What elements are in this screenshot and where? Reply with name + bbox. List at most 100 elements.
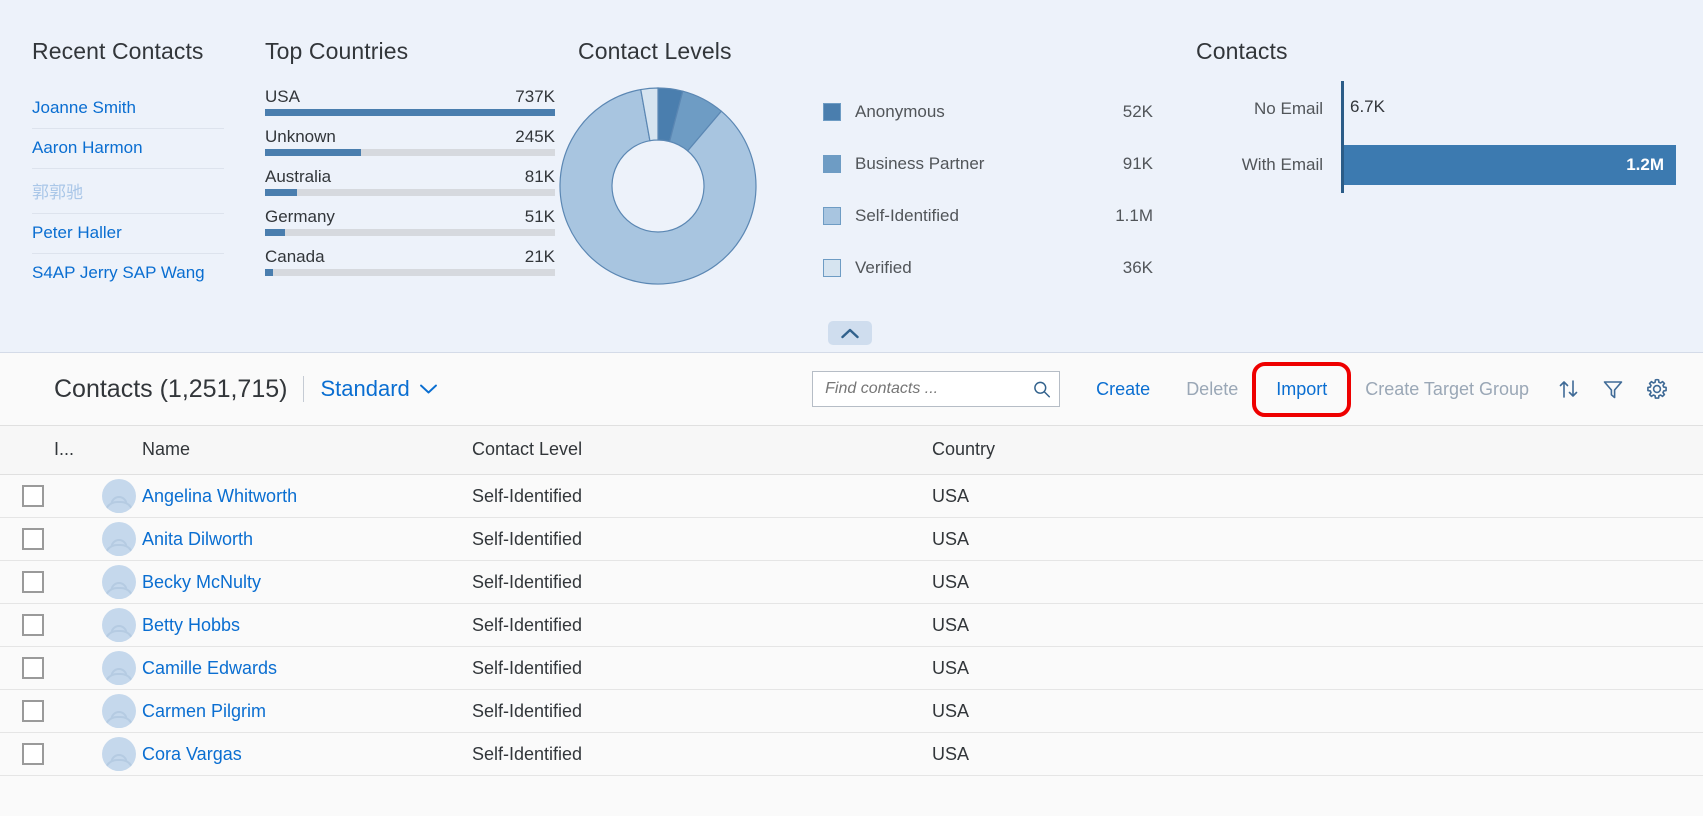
contact-name-link[interactable]: Camille Edwards (142, 658, 277, 678)
row-initial-cell (54, 690, 102, 733)
row-select-cell[interactable] (0, 475, 54, 518)
column-header-avatar (102, 426, 142, 475)
row-contact-level-cell: Self-Identified (472, 733, 932, 776)
country-bar-fill (265, 109, 555, 116)
country-bar-track (265, 269, 555, 276)
row-name-cell[interactable]: Cora Vargas (142, 733, 472, 776)
table-row[interactable]: Cora VargasSelf-IdentifiedUSA (0, 733, 1703, 776)
row-select-cell[interactable] (0, 518, 54, 561)
row-avatar-cell (102, 647, 142, 690)
contact-name-link[interactable]: Cora Vargas (142, 744, 242, 764)
email-bar-area: 6.7K (1341, 81, 1676, 137)
contact-name-link[interactable]: Anita Dilworth (142, 529, 253, 549)
row-select-cell[interactable] (0, 690, 54, 733)
contact-name-link[interactable]: Becky McNulty (142, 572, 261, 592)
country-value: 737K (515, 87, 555, 107)
search-field[interactable] (812, 371, 1060, 407)
row-checkbox[interactable] (22, 743, 44, 765)
row-initial-cell (54, 475, 102, 518)
avatar (102, 651, 136, 685)
recent-contact-item[interactable]: 郭郭驰 (32, 169, 224, 214)
email-bar-row[interactable]: No Email6.7K (1196, 81, 1676, 137)
table-row[interactable]: Camille EdwardsSelf-IdentifiedUSA (0, 647, 1703, 690)
recent-contact-item[interactable]: Aaron Harmon (32, 129, 224, 169)
row-avatar-cell (102, 604, 142, 647)
table-row[interactable]: Becky McNultySelf-IdentifiedUSA (0, 561, 1703, 604)
column-header-name[interactable]: Name (142, 426, 472, 475)
row-avatar-cell (102, 475, 142, 518)
recent-contact-item[interactable]: S4AP Jerry SAP Wang (32, 254, 224, 293)
filter-button[interactable] (1591, 369, 1635, 409)
row-checkbox[interactable] (22, 571, 44, 593)
country-bar-head: Germany51K (265, 207, 555, 229)
row-checkbox[interactable] (22, 614, 44, 636)
country-bar-row[interactable]: Australia81K (265, 167, 555, 196)
row-select-cell[interactable] (0, 647, 54, 690)
row-name-cell[interactable]: Camille Edwards (142, 647, 472, 690)
legend-label: Verified (855, 258, 1079, 278)
recent-contact-item[interactable]: Joanne Smith (32, 89, 224, 129)
contact-name-link[interactable]: Angelina Whitworth (142, 486, 297, 506)
settings-button[interactable] (1635, 369, 1679, 409)
sort-button[interactable] (1547, 369, 1591, 409)
variant-selector[interactable]: Standard (320, 376, 437, 402)
contacts-table-section: Contacts (1,251,715) Standard Create Del… (0, 353, 1703, 816)
country-bar-head: USA737K (265, 87, 555, 109)
row-country-cell: USA (932, 518, 1703, 561)
legend-row[interactable]: Business Partner91K (823, 138, 1153, 190)
import-button[interactable]: Import (1256, 366, 1347, 413)
create-button[interactable]: Create (1078, 371, 1168, 408)
legend-row[interactable]: Verified36K (823, 242, 1153, 294)
row-name-cell[interactable]: Carmen Pilgrim (142, 690, 472, 733)
contact-name-link[interactable]: Carmen Pilgrim (142, 701, 266, 721)
row-select-cell[interactable] (0, 604, 54, 647)
column-header-initial[interactable]: I... (54, 426, 102, 475)
country-bar-row[interactable]: USA737K (265, 87, 555, 116)
country-bar-row[interactable]: Germany51K (265, 207, 555, 236)
row-checkbox[interactable] (22, 657, 44, 679)
contact-levels-donut[interactable] (558, 86, 758, 291)
country-bar-row[interactable]: Unknown245K (265, 127, 555, 156)
table-row[interactable]: Carmen PilgrimSelf-IdentifiedUSA (0, 690, 1703, 733)
row-checkbox[interactable] (22, 700, 44, 722)
row-name-cell[interactable]: Anita Dilworth (142, 518, 472, 561)
table-row[interactable]: Angelina WhitworthSelf-IdentifiedUSA (0, 475, 1703, 518)
country-bar-fill (265, 189, 297, 196)
legend-swatch (823, 207, 841, 225)
country-name: Canada (265, 247, 325, 267)
country-bar-row[interactable]: Canada21K (265, 247, 555, 276)
recent-contacts-card: Recent Contacts Joanne SmithAaron Harmon… (32, 38, 232, 293)
legend-row[interactable]: Self-Identified1.1M (823, 190, 1153, 242)
row-name-cell[interactable]: Becky McNulty (142, 561, 472, 604)
row-checkbox[interactable] (22, 485, 44, 507)
table-row[interactable]: Anita Dilworth Self-IdentifiedUSA (0, 518, 1703, 561)
row-name-cell[interactable]: Angelina Whitworth (142, 475, 472, 518)
search-icon[interactable] (1033, 379, 1051, 400)
toolbar-divider (303, 376, 304, 402)
email-bar-row[interactable]: With Email1.2M (1196, 137, 1676, 193)
legend-swatch (823, 155, 841, 173)
contact-name-link[interactable]: Betty Hobbs (142, 615, 240, 635)
top-countries-card: Top Countries USA737KUnknown245KAustrali… (265, 38, 555, 287)
row-name-cell[interactable]: Betty Hobbs (142, 604, 472, 647)
collapse-panel-button[interactable] (828, 321, 872, 345)
row-checkbox[interactable] (22, 528, 44, 550)
avatar (102, 694, 136, 728)
row-contact-level-cell: Self-Identified (472, 518, 932, 561)
legend-row[interactable]: Anonymous52K (823, 86, 1153, 138)
page-title: Contacts (1,251,715) (54, 375, 287, 404)
recent-contact-item[interactable]: Peter Haller (32, 214, 224, 254)
search-input[interactable] (825, 380, 1033, 398)
column-header-country[interactable]: Country (932, 426, 1703, 475)
email-bar[interactable]: 1.2M (1344, 145, 1676, 185)
table-row[interactable]: Betty HobbsSelf-IdentifiedUSA (0, 604, 1703, 647)
filter-icon (1601, 377, 1625, 401)
legend-value: 91K (1079, 154, 1153, 174)
row-select-cell[interactable] (0, 561, 54, 604)
email-category-label: No Email (1196, 99, 1341, 119)
delete-button[interactable]: Delete (1168, 371, 1256, 408)
column-header-contact-level[interactable]: Contact Level (472, 426, 932, 475)
row-select-cell[interactable] (0, 733, 54, 776)
row-initial-cell (54, 647, 102, 690)
create-target-group-button[interactable]: Create Target Group (1347, 371, 1547, 408)
